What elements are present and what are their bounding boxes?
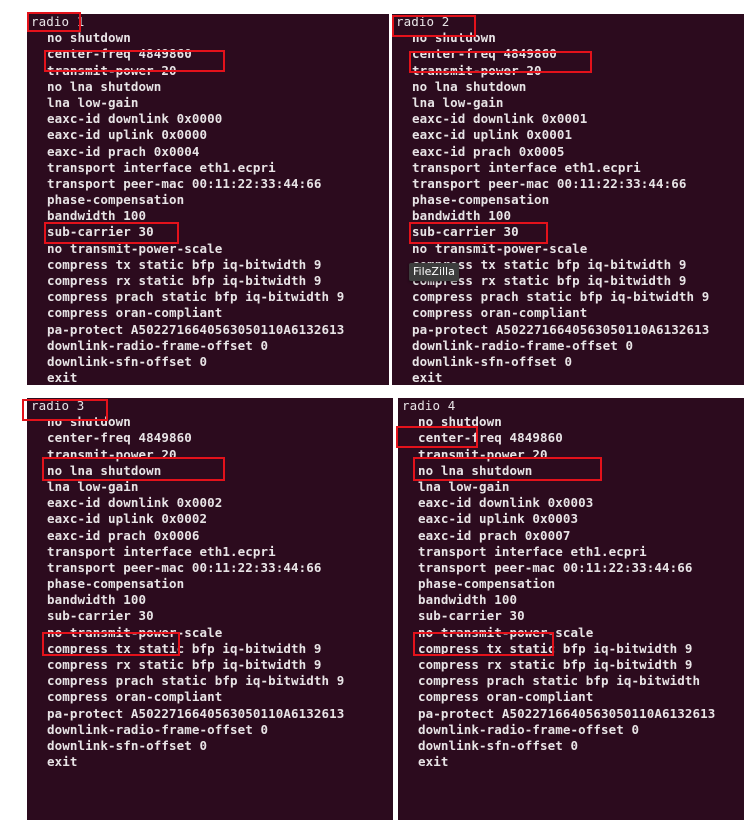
config-line: lna low-gain — [47, 478, 139, 494]
config-line: pa-protect A5022716640563050110A6132613 — [47, 321, 345, 337]
config-line: no lna shutdown — [412, 78, 527, 94]
config-line: exit — [47, 754, 78, 770]
config-line: no shutdown — [47, 414, 131, 430]
config-line: no lna shutdown — [47, 462, 162, 478]
config-line: sub-carrier 30 — [47, 608, 154, 624]
config-line: transport peer-mac 00:11:22:33:44:66 — [47, 559, 322, 575]
config-line: compress rx static bfp iq-bitwidth 9 — [47, 273, 322, 288]
config-line: eaxc-id prach 0x0005 — [412, 143, 565, 159]
terminal-panel-radio-3: radio 3 no shutdown center-freq 4849860 … — [27, 398, 393, 820]
config-line: sub-carrier 30 — [418, 608, 525, 624]
config-line: sub-carrier 30 — [412, 224, 519, 240]
config-line: lna low-gain — [418, 478, 510, 494]
config-line: transmit-power 20 — [412, 62, 542, 78]
config-line: compress oran-compliant — [412, 305, 588, 321]
config-line: eaxc-id uplink 0x0000 — [47, 127, 208, 143]
config-line-center-freq: center-freq 4849860 — [47, 46, 192, 62]
config-line: compress oran-compliant — [418, 689, 594, 705]
config-line: eaxc-id uplink 0x0003 — [418, 511, 579, 527]
config-line: no transmit-power-scale — [418, 624, 594, 640]
config-line-bandwidth: bandwidth 100 — [412, 208, 512, 224]
config-line: phase-compensation — [47, 192, 185, 208]
config-line: compress rx static bfp iq-bitwidth 9 — [418, 657, 693, 672]
config-line: eaxc-id prach 0x0004 — [47, 143, 200, 159]
config-line: compress oran-compliant — [47, 305, 223, 321]
config-line: no transmit-power-scale — [47, 240, 223, 256]
config-lines: radio 3 no shutdown center-freq 4849860 … — [27, 398, 393, 820]
panel-header: radio 3 — [31, 398, 85, 413]
config-line: compress oran-compliant — [47, 689, 223, 705]
config-line: no lna shutdown — [418, 462, 533, 478]
config-line: no lna shutdown — [47, 78, 162, 94]
config-line: exit — [418, 754, 449, 770]
config-line: eaxc-id downlink 0x0002 — [47, 495, 223, 511]
filezilla-tooltip: FileZilla — [409, 263, 459, 281]
config-line: pa-protect A5022716640563050110A6132613 — [47, 705, 345, 721]
config-line: pa-protect A5022716640563050110A6132613 — [412, 321, 710, 337]
config-line: no transmit-power-scale — [47, 624, 223, 640]
config-line: compress prach static bfp iq-bitwidth 9 — [47, 673, 345, 689]
config-line: downlink-sfn-offset 0 — [412, 353, 573, 369]
config-line: lna low-gain — [47, 94, 139, 110]
config-line: compress tx static bfp iq-bitwidth 9 — [47, 640, 322, 656]
config-line: downlink-sfn-offset 0 — [47, 737, 208, 753]
panel-header: radio 4 — [402, 398, 456, 413]
terminal-panel-radio-2: radio 2 no shutdown center-freq 4849860 … — [392, 14, 744, 385]
config-line: pa-protect A5022716640563050110A6132613 — [418, 705, 716, 721]
config-line: sub-carrier 30 — [47, 224, 154, 240]
config-line: eaxc-id downlink 0x0001 — [412, 111, 588, 127]
config-lines: radio 2 no shutdown center-freq 4849860 … — [392, 14, 744, 385]
config-line-bandwidth: bandwidth 100 — [47, 592, 147, 608]
config-line: compress prach static bfp iq-bitwidth 9 — [47, 289, 345, 305]
config-line: no shutdown — [412, 30, 496, 46]
terminal-panel-radio-4: radio 4 no shutdown center-freq 4849860 … — [398, 398, 744, 820]
config-line: transport peer-mac 00:11:22:33:44:66 — [418, 559, 693, 575]
config-line-center-freq: center-freq 4849860 — [47, 430, 192, 446]
config-lines: radio 4 no shutdown center-freq 4849860 … — [398, 398, 744, 820]
config-line: eaxc-id downlink 0x0003 — [418, 495, 594, 511]
config-line: phase-compensation — [418, 576, 556, 592]
config-line: no transmit-power-scale — [412, 240, 588, 256]
config-line: downlink-sfn-offset 0 — [418, 737, 579, 753]
config-line: exit — [47, 370, 78, 385]
config-line: transport interface eth1.ecpri — [412, 159, 641, 175]
config-line: exit — [412, 370, 443, 385]
config-line: eaxc-id uplink 0x0001 — [412, 127, 573, 143]
config-line: compress prach static bfp iq-bitwidth 9 — [412, 289, 710, 305]
config-line: downlink-radio-frame-offset 0 — [418, 721, 640, 737]
config-line-center-freq: center-freq 4849860 — [418, 430, 563, 446]
config-line: eaxc-id prach 0x0006 — [47, 527, 200, 543]
config-line: eaxc-id prach 0x0007 — [418, 527, 571, 543]
config-line: transport interface eth1.ecpri — [47, 159, 276, 175]
config-line: transport peer-mac 00:11:22:33:44:66 — [412, 175, 687, 191]
config-line: downlink-sfn-offset 0 — [47, 353, 208, 369]
config-line: downlink-radio-frame-offset 0 — [47, 337, 269, 353]
config-line: transmit-power 20 — [47, 62, 177, 78]
config-line-bandwidth: bandwidth 100 — [418, 592, 518, 608]
config-line: phase-compensation — [47, 576, 185, 592]
config-line: eaxc-id downlink 0x0000 — [47, 111, 223, 127]
config-line: no shutdown — [47, 30, 131, 46]
config-line: phase-compensation — [412, 192, 550, 208]
config-line: eaxc-id uplink 0x0002 — [47, 511, 208, 527]
config-line: transport interface eth1.ecpri — [418, 543, 647, 559]
config-line-center-freq: center-freq 4849860 — [412, 46, 557, 62]
config-line: transmit-power 20 — [47, 446, 177, 462]
config-line: transport peer-mac 00:11:22:33:44:66 — [47, 175, 322, 191]
config-line: downlink-radio-frame-offset 0 — [412, 337, 634, 353]
config-line: compress prach static bfp iq-bitwidth — [418, 673, 701, 689]
config-line: compress tx static bfp iq-bitwidth 9 — [418, 640, 693, 656]
config-line: lna low-gain — [412, 94, 504, 110]
terminal-panel-radio-1: radio 1 no shutdown center-freq 4849860 … — [27, 14, 389, 385]
config-line: no shutdown — [418, 414, 502, 430]
config-line-bandwidth: bandwidth 100 — [47, 208, 147, 224]
config-line: compress rx static bfp iq-bitwidth 9 — [47, 657, 322, 672]
config-line: downlink-radio-frame-offset 0 — [47, 721, 269, 737]
config-line: compress tx static bfp iq-bitwidth 9 — [47, 256, 322, 272]
panel-header: radio 1 — [31, 14, 85, 29]
config-lines: radio 1 no shutdown center-freq 4849860 … — [27, 14, 389, 385]
config-line: transport interface eth1.ecpri — [47, 543, 276, 559]
config-line: transmit-power 20 — [418, 446, 548, 462]
panel-header: radio 2 — [396, 14, 450, 29]
